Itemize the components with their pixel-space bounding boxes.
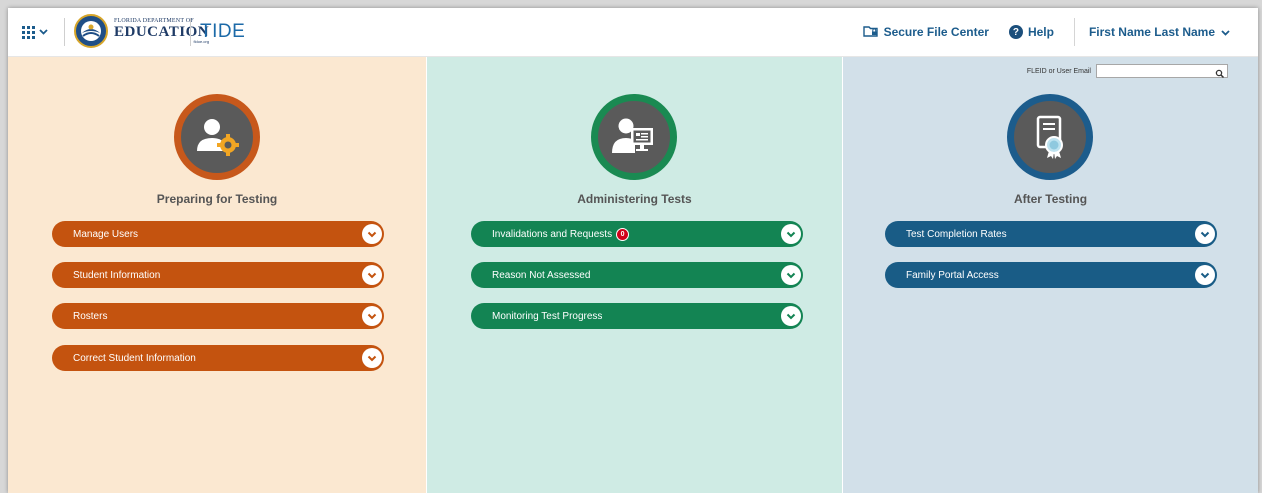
accordion-label: Manage Users	[73, 228, 139, 240]
divider	[64, 18, 65, 46]
panel-administering-tests: Administering Tests Invalidations and Re…	[426, 57, 843, 493]
accordion-monitoring-test-progress[interactable]: Monitoring Test Progress	[471, 303, 803, 329]
secure-file-center-label: Secure File Center	[883, 25, 989, 39]
count-badge: 0	[616, 227, 630, 241]
search-box	[1096, 64, 1228, 83]
search-icon[interactable]	[1215, 66, 1225, 79]
accordion-reason-not-assessed[interactable]: Reason Not Assessed	[471, 262, 803, 288]
secure-file-center-link[interactable]: Secure File Center	[862, 25, 989, 40]
panel-after-testing: FLEID or User Email After Testing Test C…	[843, 57, 1258, 493]
fldoe-logo[interactable]: FLORIDA DEPARTMENT OF EDUCATION fldoe.or…	[74, 14, 209, 48]
help-icon: ?	[1008, 25, 1023, 39]
header-actions: Secure File Center ? Help First Name Las…	[862, 8, 1258, 56]
user-search: FLEID or User Email	[1026, 64, 1228, 83]
chevron-down-icon[interactable]	[781, 265, 801, 285]
chevron-down-icon[interactable]	[1195, 265, 1215, 285]
app-title: TIDE	[200, 21, 246, 42]
user-gear-icon	[174, 94, 260, 180]
user-menu[interactable]: First Name Last Name	[1073, 18, 1230, 46]
accordion-label-group: Invalidations and Requests 0	[492, 227, 630, 241]
grid-icon	[22, 25, 35, 39]
chevron-down-icon	[39, 27, 48, 38]
logo-line2: EDUCATION	[114, 24, 210, 40]
certificate-icon	[1007, 94, 1093, 180]
accordion-label: Student Information	[73, 269, 161, 281]
seal-icon	[74, 14, 108, 48]
panel-title: After Testing	[1013, 192, 1088, 206]
accordion-student-information[interactable]: Student Information	[52, 262, 384, 288]
help-label: Help	[1027, 25, 1054, 39]
chevron-down-icon[interactable]	[362, 265, 382, 285]
divider	[190, 18, 191, 46]
panel-preparing-for-testing: Preparing for Testing Manage Users Stude…	[8, 57, 426, 493]
search-label: FLEID or User Email	[1026, 67, 1091, 75]
app-switcher-button[interactable]	[22, 23, 48, 41]
chevron-down-icon[interactable]	[362, 224, 382, 244]
folder-lock-icon	[862, 25, 879, 40]
accordion-label: Invalidations and Requests	[492, 228, 613, 240]
chevron-down-icon[interactable]	[362, 348, 382, 368]
accordion-correct-student-information[interactable]: Correct Student Information	[52, 345, 384, 371]
accordion-invalidations-and-requests[interactable]: Invalidations and Requests 0	[471, 221, 803, 247]
chevron-down-icon[interactable]	[1195, 224, 1215, 244]
chevron-down-icon[interactable]	[362, 306, 382, 326]
accordion-label: Rosters	[73, 310, 108, 322]
accordion-label: Correct Student Information	[73, 352, 196, 364]
chevron-down-icon	[1221, 25, 1230, 39]
tide-dashboard: FLORIDA DEPARTMENT OF EDUCATION fldoe.or…	[8, 8, 1258, 493]
user-name: First Name Last Name	[1088, 25, 1215, 39]
panel-title: Administering Tests	[577, 192, 692, 206]
accordion-rosters[interactable]: Rosters	[52, 303, 384, 329]
accordion-label: Monitoring Test Progress	[492, 310, 603, 322]
accordion-label: Family Portal Access	[906, 269, 999, 281]
help-link[interactable]: ? Help	[1008, 25, 1054, 39]
top-header: FLORIDA DEPARTMENT OF EDUCATION fldoe.or…	[8, 8, 1258, 57]
chevron-down-icon[interactable]	[781, 306, 801, 326]
panel-title: Preparing for Testing	[156, 192, 278, 206]
user-monitor-icon	[591, 94, 677, 180]
accordion-label: Test Completion Rates	[906, 228, 1007, 240]
accordion-manage-users[interactable]: Manage Users	[52, 221, 384, 247]
search-input[interactable]	[1097, 70, 1218, 83]
chevron-down-icon[interactable]	[781, 224, 801, 244]
accordion-family-portal-access[interactable]: Family Portal Access	[885, 262, 1217, 288]
accordion-test-completion-rates[interactable]: Test Completion Rates	[885, 221, 1217, 247]
accordion-label: Reason Not Assessed	[492, 269, 591, 281]
